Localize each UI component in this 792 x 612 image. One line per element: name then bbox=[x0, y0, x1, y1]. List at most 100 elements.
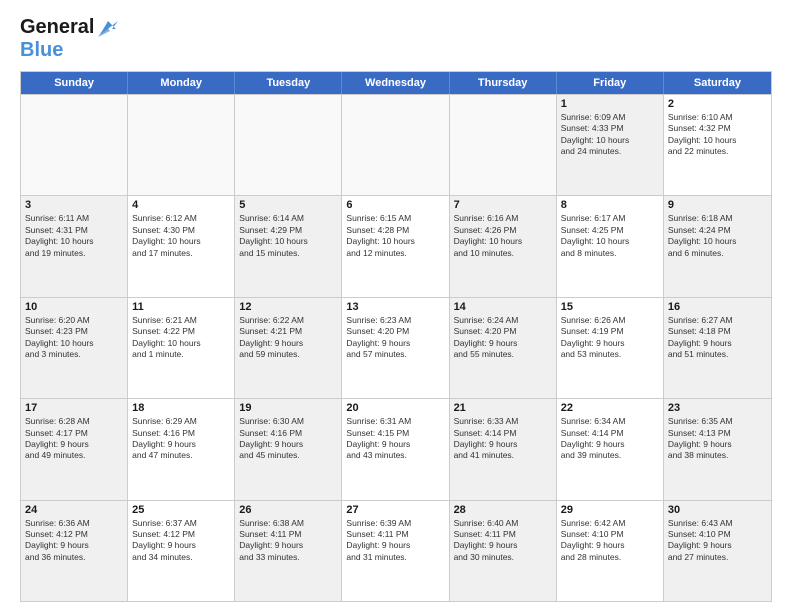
cal-cell: 1 Sunrise: 6:09 AM Sunset: 4:33 PM Daylig… bbox=[557, 95, 664, 195]
cell-info: Sunrise: 6:09 AM Sunset: 4:33 PM Dayligh… bbox=[561, 112, 659, 158]
cell-info: Sunrise: 6:12 AM Sunset: 4:30 PM Dayligh… bbox=[132, 213, 230, 259]
day-number: 18 bbox=[132, 402, 230, 414]
cal-cell: 22Sunrise: 6:34 AM Sunset: 4:14 PM Dayli… bbox=[557, 399, 664, 499]
day-number: 13 bbox=[346, 301, 444, 313]
cal-cell: 19Sunrise: 6:30 AM Sunset: 4:16 PM Dayli… bbox=[235, 399, 342, 499]
header-day-tuesday: Tuesday bbox=[235, 72, 342, 94]
day-number: 30 bbox=[668, 504, 767, 516]
header-day-saturday: Saturday bbox=[664, 72, 771, 94]
cal-cell: 6 Sunrise: 6:15 AM Sunset: 4:28 PM Daylig… bbox=[342, 196, 449, 296]
cell-info: Sunrise: 6:17 AM Sunset: 4:25 PM Dayligh… bbox=[561, 213, 659, 259]
cal-cell: 5 Sunrise: 6:14 AM Sunset: 4:29 PM Daylig… bbox=[235, 196, 342, 296]
day-number: 7 bbox=[454, 199, 552, 211]
calendar-header: SundayMondayTuesdayWednesdayThursdayFrid… bbox=[21, 72, 771, 94]
cal-cell: 16Sunrise: 6:27 AM Sunset: 4:18 PM Dayli… bbox=[664, 298, 771, 398]
calendar-row-0: 1 Sunrise: 6:09 AM Sunset: 4:33 PM Daylig… bbox=[21, 94, 771, 195]
cell-info: Sunrise: 6:16 AM Sunset: 4:26 PM Dayligh… bbox=[454, 213, 552, 259]
day-number: 19 bbox=[239, 402, 337, 414]
cell-info: Sunrise: 6:15 AM Sunset: 4:28 PM Dayligh… bbox=[346, 213, 444, 259]
cell-info: Sunrise: 6:11 AM Sunset: 4:31 PM Dayligh… bbox=[25, 213, 123, 259]
logo: General Blue bbox=[20, 16, 120, 61]
cal-cell: 4 Sunrise: 6:12 AM Sunset: 4:30 PM Daylig… bbox=[128, 196, 235, 296]
calendar-body: 1 Sunrise: 6:09 AM Sunset: 4:33 PM Daylig… bbox=[21, 94, 771, 601]
cal-cell: 13Sunrise: 6:23 AM Sunset: 4:20 PM Dayli… bbox=[342, 298, 449, 398]
cell-info: Sunrise: 6:20 AM Sunset: 4:23 PM Dayligh… bbox=[25, 315, 123, 361]
cell-info: Sunrise: 6:24 AM Sunset: 4:20 PM Dayligh… bbox=[454, 315, 552, 361]
cell-info: Sunrise: 6:37 AM Sunset: 4:12 PM Dayligh… bbox=[132, 518, 230, 564]
cell-info: Sunrise: 6:26 AM Sunset: 4:19 PM Dayligh… bbox=[561, 315, 659, 361]
day-number: 26 bbox=[239, 504, 337, 516]
calendar-row-4: 24 Sunrise: 6:36 AM Sunset: 4:12 PM Dayli… bbox=[21, 500, 771, 601]
cal-cell: 20 Sunrise: 6:31 AM Sunset: 4:15 PM Dayli… bbox=[342, 399, 449, 499]
header-day-friday: Friday bbox=[557, 72, 664, 94]
calendar: SundayMondayTuesdayWednesdayThursdayFrid… bbox=[20, 71, 772, 602]
day-number: 10 bbox=[25, 301, 123, 313]
day-number: 22 bbox=[561, 402, 659, 414]
cell-info: Sunrise: 6:29 AM Sunset: 4:16 PM Dayligh… bbox=[132, 416, 230, 462]
cal-cell: 23 Sunrise: 6:35 AM Sunset: 4:13 PM Dayli… bbox=[664, 399, 771, 499]
cell-info: Sunrise: 6:38 AM Sunset: 4:11 PM Dayligh… bbox=[239, 518, 337, 564]
cal-cell: 2Sunrise: 6:10 AM Sunset: 4:32 PM Daylig… bbox=[664, 95, 771, 195]
day-number: 11 bbox=[132, 301, 230, 313]
header: General Blue bbox=[20, 16, 772, 61]
cal-cell: 14 Sunrise: 6:24 AM Sunset: 4:20 PM Dayli… bbox=[450, 298, 557, 398]
cell-info: Sunrise: 6:18 AM Sunset: 4:24 PM Dayligh… bbox=[668, 213, 767, 259]
cell-info: Sunrise: 6:31 AM Sunset: 4:15 PM Dayligh… bbox=[346, 416, 444, 462]
cal-cell: 18 Sunrise: 6:29 AM Sunset: 4:16 PM Dayli… bbox=[128, 399, 235, 499]
cal-cell: 27Sunrise: 6:39 AM Sunset: 4:11 PM Dayli… bbox=[342, 501, 449, 601]
day-number: 2 bbox=[668, 98, 767, 110]
calendar-row-2: 10 Sunrise: 6:20 AM Sunset: 4:23 PM Dayli… bbox=[21, 297, 771, 398]
cal-cell: 25Sunrise: 6:37 AM Sunset: 4:12 PM Dayli… bbox=[128, 501, 235, 601]
cal-cell: 30 Sunrise: 6:43 AM Sunset: 4:10 PM Dayli… bbox=[664, 501, 771, 601]
cal-cell bbox=[21, 95, 128, 195]
cal-cell: 21Sunrise: 6:33 AM Sunset: 4:14 PM Dayli… bbox=[450, 399, 557, 499]
cal-cell bbox=[128, 95, 235, 195]
cal-cell: 26 Sunrise: 6:38 AM Sunset: 4:11 PM Dayli… bbox=[235, 501, 342, 601]
cal-cell: 8Sunrise: 6:17 AM Sunset: 4:25 PM Daylig… bbox=[557, 196, 664, 296]
day-number: 12 bbox=[239, 301, 337, 313]
cell-info: Sunrise: 6:43 AM Sunset: 4:10 PM Dayligh… bbox=[668, 518, 767, 564]
cell-info: Sunrise: 6:14 AM Sunset: 4:29 PM Dayligh… bbox=[239, 213, 337, 259]
cal-cell: 7 Sunrise: 6:16 AM Sunset: 4:26 PM Daylig… bbox=[450, 196, 557, 296]
page: General Blue SundayMondayTuesdayWednesda… bbox=[0, 0, 792, 612]
day-number: 17 bbox=[25, 402, 123, 414]
calendar-row-1: 3Sunrise: 6:11 AM Sunset: 4:31 PM Daylig… bbox=[21, 195, 771, 296]
day-number: 27 bbox=[346, 504, 444, 516]
header-day-sunday: Sunday bbox=[21, 72, 128, 94]
day-number: 28 bbox=[454, 504, 552, 516]
cal-cell: 12 Sunrise: 6:22 AM Sunset: 4:21 PM Dayli… bbox=[235, 298, 342, 398]
day-number: 4 bbox=[132, 199, 230, 211]
cell-info: Sunrise: 6:22 AM Sunset: 4:21 PM Dayligh… bbox=[239, 315, 337, 361]
cell-info: Sunrise: 6:21 AM Sunset: 4:22 PM Dayligh… bbox=[132, 315, 230, 361]
cal-cell: 24 Sunrise: 6:36 AM Sunset: 4:12 PM Dayli… bbox=[21, 501, 128, 601]
cal-cell bbox=[235, 95, 342, 195]
cell-info: Sunrise: 6:35 AM Sunset: 4:13 PM Dayligh… bbox=[668, 416, 767, 462]
cell-info: Sunrise: 6:40 AM Sunset: 4:11 PM Dayligh… bbox=[454, 518, 552, 564]
day-number: 1 bbox=[561, 98, 659, 110]
day-number: 5 bbox=[239, 199, 337, 211]
day-number: 23 bbox=[668, 402, 767, 414]
day-number: 6 bbox=[346, 199, 444, 211]
day-number: 14 bbox=[454, 301, 552, 313]
day-number: 29 bbox=[561, 504, 659, 516]
header-day-wednesday: Wednesday bbox=[342, 72, 449, 94]
cal-cell: 10 Sunrise: 6:20 AM Sunset: 4:23 PM Dayli… bbox=[21, 298, 128, 398]
day-number: 15 bbox=[561, 301, 659, 313]
cal-cell: 3Sunrise: 6:11 AM Sunset: 4:31 PM Daylig… bbox=[21, 196, 128, 296]
cell-info: Sunrise: 6:36 AM Sunset: 4:12 PM Dayligh… bbox=[25, 518, 123, 564]
cal-cell: 17 Sunrise: 6:28 AM Sunset: 4:17 PM Dayli… bbox=[21, 399, 128, 499]
logo-blue: Blue bbox=[20, 39, 120, 61]
day-number: 24 bbox=[25, 504, 123, 516]
cell-info: Sunrise: 6:27 AM Sunset: 4:18 PM Dayligh… bbox=[668, 315, 767, 361]
cal-cell: 29Sunrise: 6:42 AM Sunset: 4:10 PM Dayli… bbox=[557, 501, 664, 601]
logo-icon bbox=[96, 17, 120, 39]
calendar-row-3: 17 Sunrise: 6:28 AM Sunset: 4:17 PM Dayli… bbox=[21, 398, 771, 499]
logo-text: General bbox=[20, 16, 120, 39]
cal-cell: 9Sunrise: 6:18 AM Sunset: 4:24 PM Daylig… bbox=[664, 196, 771, 296]
cell-info: Sunrise: 6:28 AM Sunset: 4:17 PM Dayligh… bbox=[25, 416, 123, 462]
day-number: 20 bbox=[346, 402, 444, 414]
header-day-thursday: Thursday bbox=[450, 72, 557, 94]
cal-cell bbox=[342, 95, 449, 195]
header-day-monday: Monday bbox=[128, 72, 235, 94]
cell-info: Sunrise: 6:33 AM Sunset: 4:14 PM Dayligh… bbox=[454, 416, 552, 462]
